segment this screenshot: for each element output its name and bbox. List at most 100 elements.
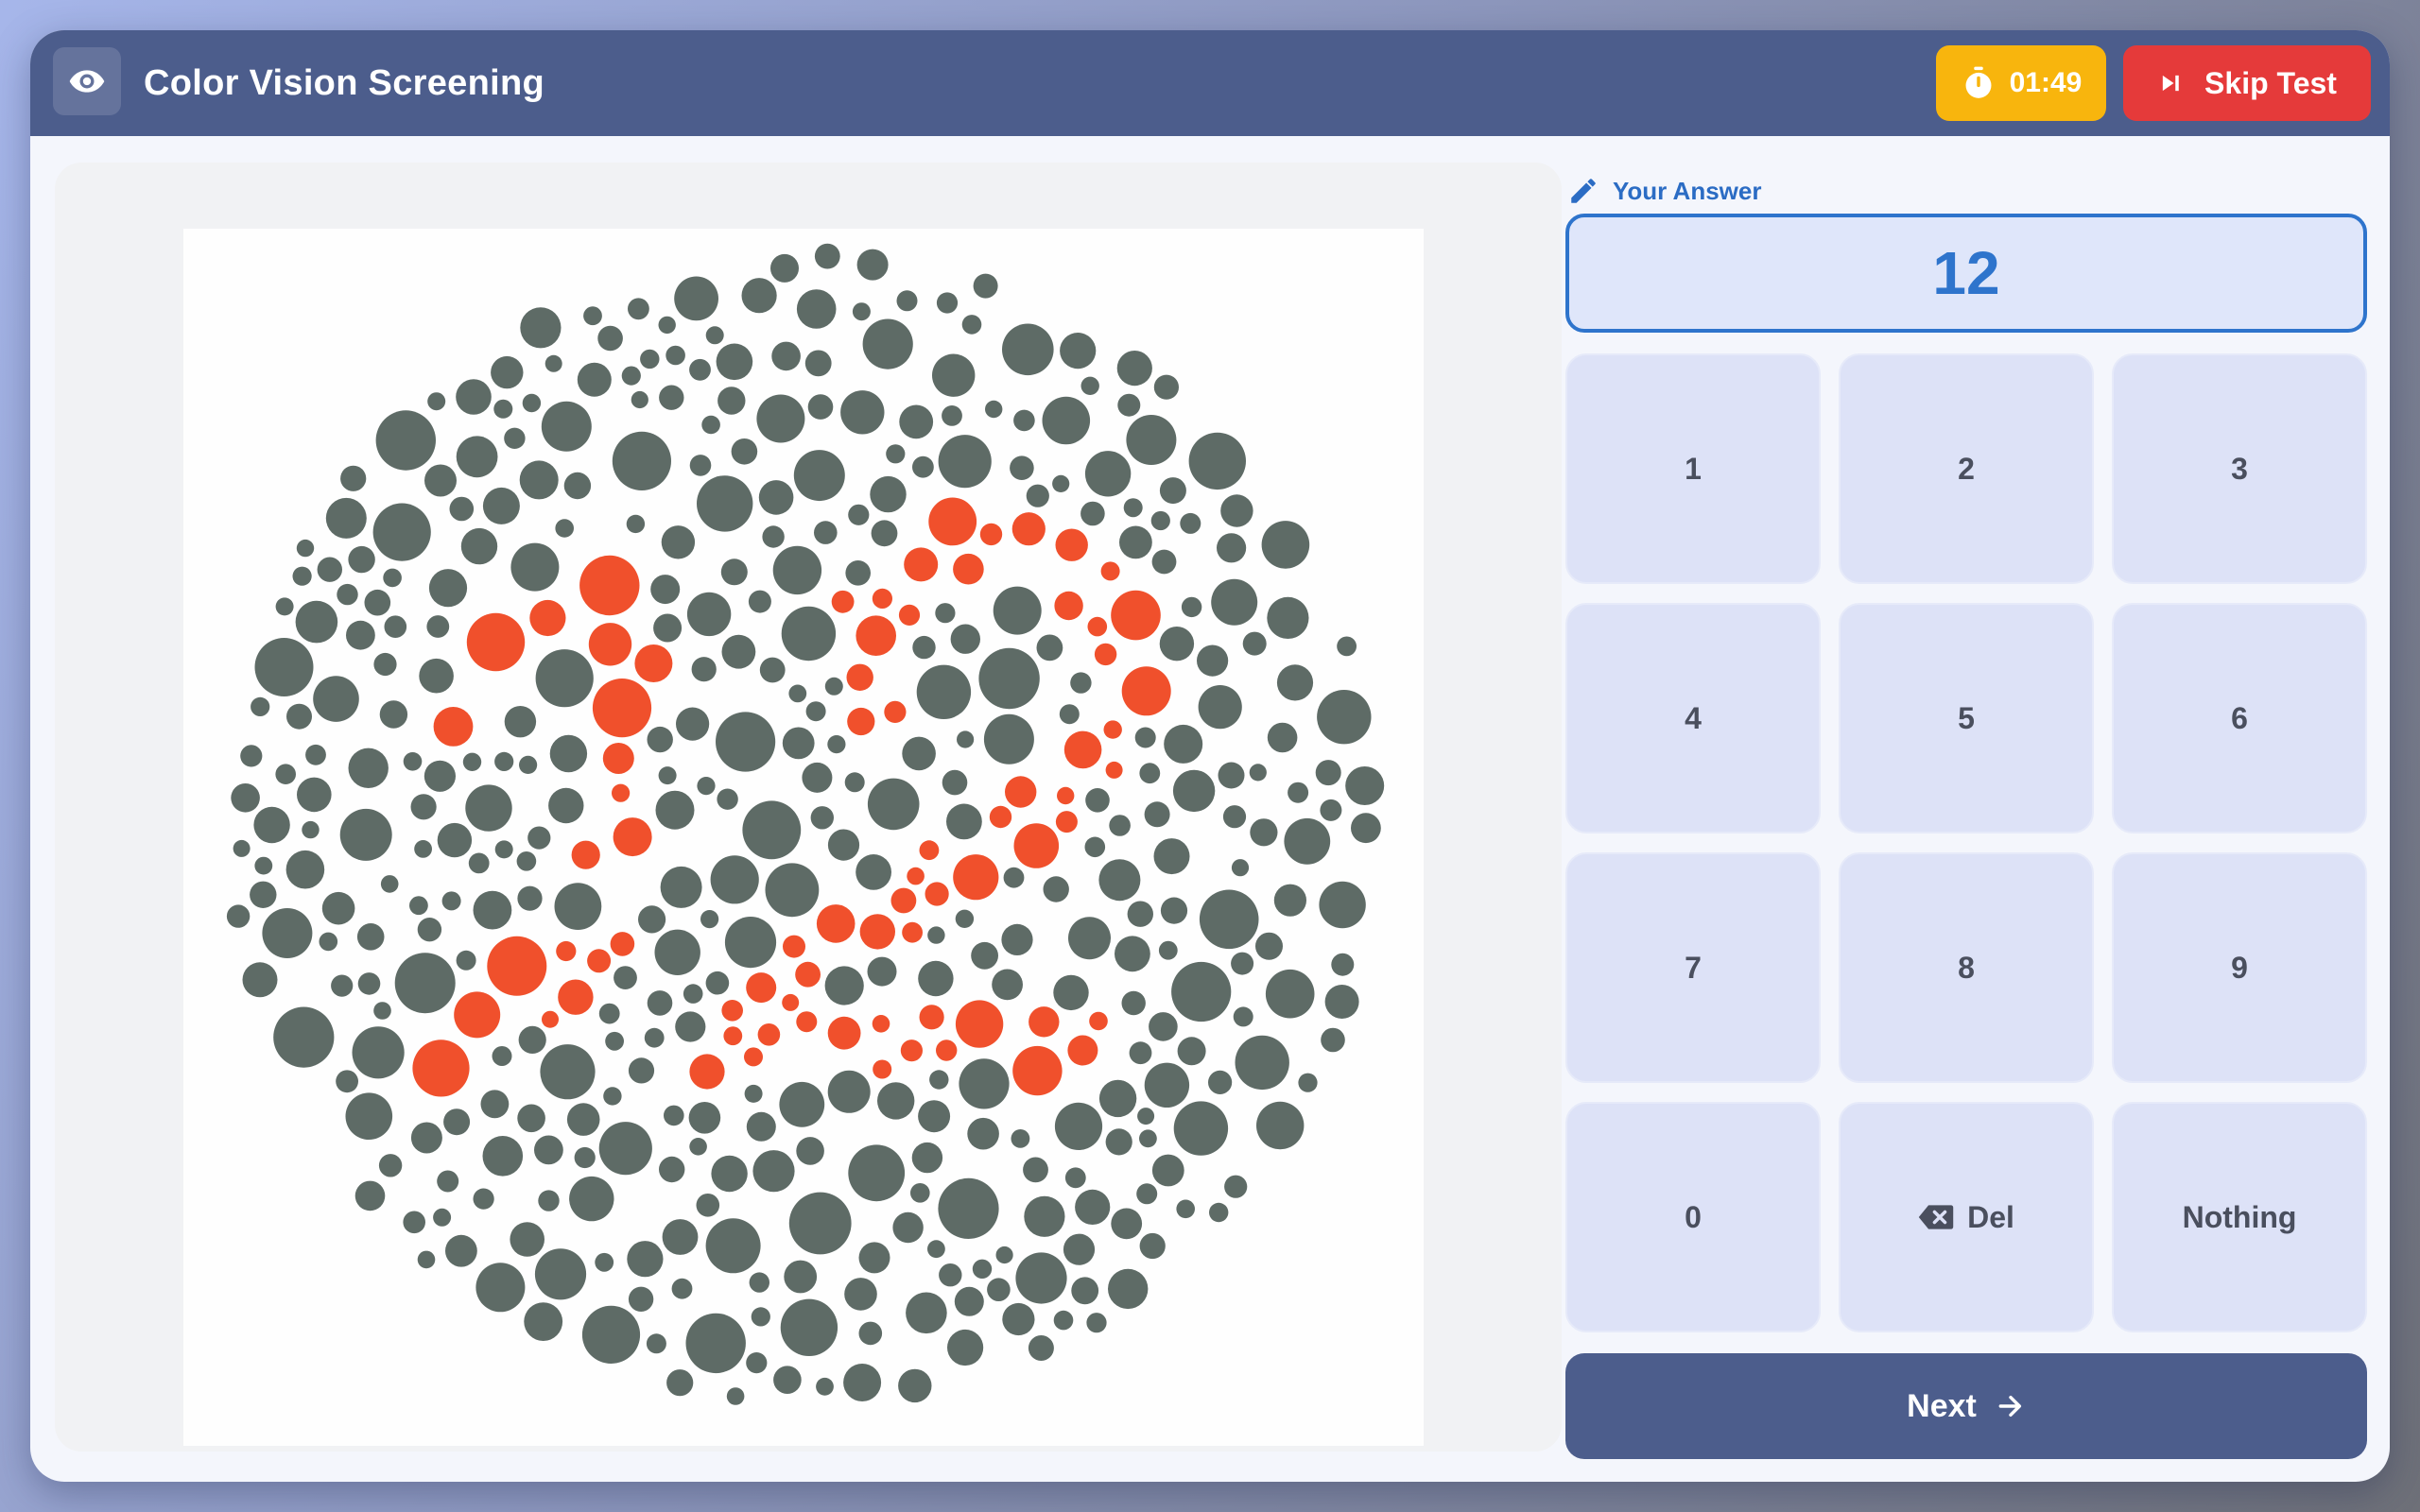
pencil-icon	[1571, 179, 1596, 203]
plate-dot	[1105, 761, 1123, 779]
plate-dot	[686, 592, 732, 637]
plate-dot	[1121, 666, 1171, 716]
plate-dot	[242, 962, 278, 998]
plate-dot	[1063, 1233, 1096, 1265]
delete-button[interactable]: Del	[1839, 1102, 2094, 1332]
plate-dot	[1337, 636, 1357, 657]
plate-dot	[688, 1102, 721, 1134]
plate-dot	[346, 620, 375, 650]
plate-dot	[723, 1026, 743, 1046]
plate-dot	[519, 460, 559, 500]
nothing-button[interactable]: Nothing	[2112, 1102, 2367, 1332]
plate-dot	[372, 503, 431, 561]
plate-dot	[373, 1002, 391, 1020]
plate-dot	[1043, 876, 1069, 902]
plate-dot	[540, 1044, 596, 1100]
plate-dot	[1261, 521, 1310, 569]
plate-dot	[475, 1263, 526, 1313]
plate-dot	[959, 1058, 1010, 1109]
plate-dot	[1080, 376, 1099, 395]
skip-test-button[interactable]: Skip Test	[2123, 45, 2371, 121]
key-3[interactable]: 3	[2112, 353, 2367, 584]
plate-dot	[899, 404, 934, 439]
plate-dot	[302, 820, 320, 839]
plate-dot	[1159, 477, 1186, 505]
plate-dot	[529, 599, 566, 637]
plate-dot	[674, 276, 718, 321]
plate-dot	[661, 525, 696, 559]
plate-dot	[295, 600, 338, 644]
plate-dot	[296, 539, 315, 558]
plate-dot	[1173, 1101, 1229, 1156]
plate-dot	[1085, 788, 1110, 813]
plate-dot	[373, 652, 397, 677]
plate-dot	[770, 253, 799, 283]
plate-dot	[352, 1026, 405, 1079]
plate-dot	[705, 1218, 761, 1274]
plate-dot	[1084, 451, 1132, 497]
skip-next-icon	[2162, 75, 2179, 92]
key-0[interactable]: 0	[1565, 1102, 1821, 1332]
eye-icon	[69, 70, 105, 93]
plate-dot	[907, 867, 925, 885]
plate-dot	[1105, 1128, 1132, 1156]
plate-dot	[1199, 889, 1259, 950]
plate-dot	[1015, 1252, 1067, 1304]
plate-dot	[1265, 969, 1315, 1019]
plate-dot	[1080, 501, 1105, 526]
plate-dot	[779, 1081, 825, 1127]
plate-dot	[518, 1025, 546, 1054]
plate-dot	[912, 455, 934, 478]
plate-dot	[1267, 596, 1309, 639]
answer-display: 12	[1565, 214, 2367, 333]
plate-dot	[666, 1369, 694, 1397]
plate-dot	[1036, 634, 1063, 662]
plate-dot	[583, 306, 602, 326]
plate-dot	[465, 784, 512, 832]
plate-dot	[597, 325, 623, 352]
plate-dot	[1059, 704, 1080, 725]
plate-dot	[873, 1059, 892, 1079]
key-9[interactable]: 9	[2112, 852, 2367, 1083]
plate-dot	[428, 569, 468, 608]
plate-dot	[896, 290, 918, 312]
plate-dot	[519, 755, 538, 775]
plate-dot	[340, 465, 367, 491]
next-button[interactable]: Next	[1565, 1353, 2367, 1459]
key-6[interactable]: 6	[2112, 603, 2367, 833]
app-header: Color Vision Screening 01:49 Skip Test	[30, 30, 2390, 136]
key-4[interactable]: 4	[1565, 603, 1821, 833]
plate-dot	[644, 1027, 665, 1048]
plate-dot	[858, 1242, 890, 1274]
key-8[interactable]: 8	[1839, 852, 2094, 1083]
plate-dot	[319, 932, 338, 952]
plate-dot	[417, 918, 442, 942]
plate-dot	[1111, 1208, 1143, 1240]
key-1[interactable]: 1	[1565, 353, 1821, 584]
plate-dot	[954, 1286, 984, 1316]
timer-badge: 01:49	[1936, 45, 2106, 121]
plate-dot	[654, 929, 700, 975]
plate-dot	[1013, 823, 1060, 868]
plate-dot	[313, 676, 359, 722]
plate-dot	[1053, 974, 1089, 1011]
plate-dot	[610, 932, 635, 956]
plate-dot	[782, 727, 815, 760]
key-2[interactable]: 2	[1839, 353, 2094, 584]
plate-dot	[1351, 813, 1381, 844]
plate-dot	[816, 1377, 834, 1396]
plate-dot	[859, 914, 895, 950]
plate-dot	[985, 400, 1003, 419]
plate-dot	[772, 545, 822, 595]
plate-dot	[1028, 1006, 1060, 1038]
arrow-right-icon	[1998, 1395, 2021, 1418]
plate-dot	[571, 840, 600, 869]
plate-dot	[671, 1278, 693, 1299]
plate-dot	[1002, 323, 1054, 376]
plate-dot	[689, 358, 711, 381]
plate-dot	[788, 684, 807, 703]
plate-dot	[1026, 484, 1049, 507]
key-5[interactable]: 5	[1839, 603, 2094, 833]
key-7[interactable]: 7	[1565, 852, 1821, 1083]
plate-dot	[638, 905, 666, 934]
